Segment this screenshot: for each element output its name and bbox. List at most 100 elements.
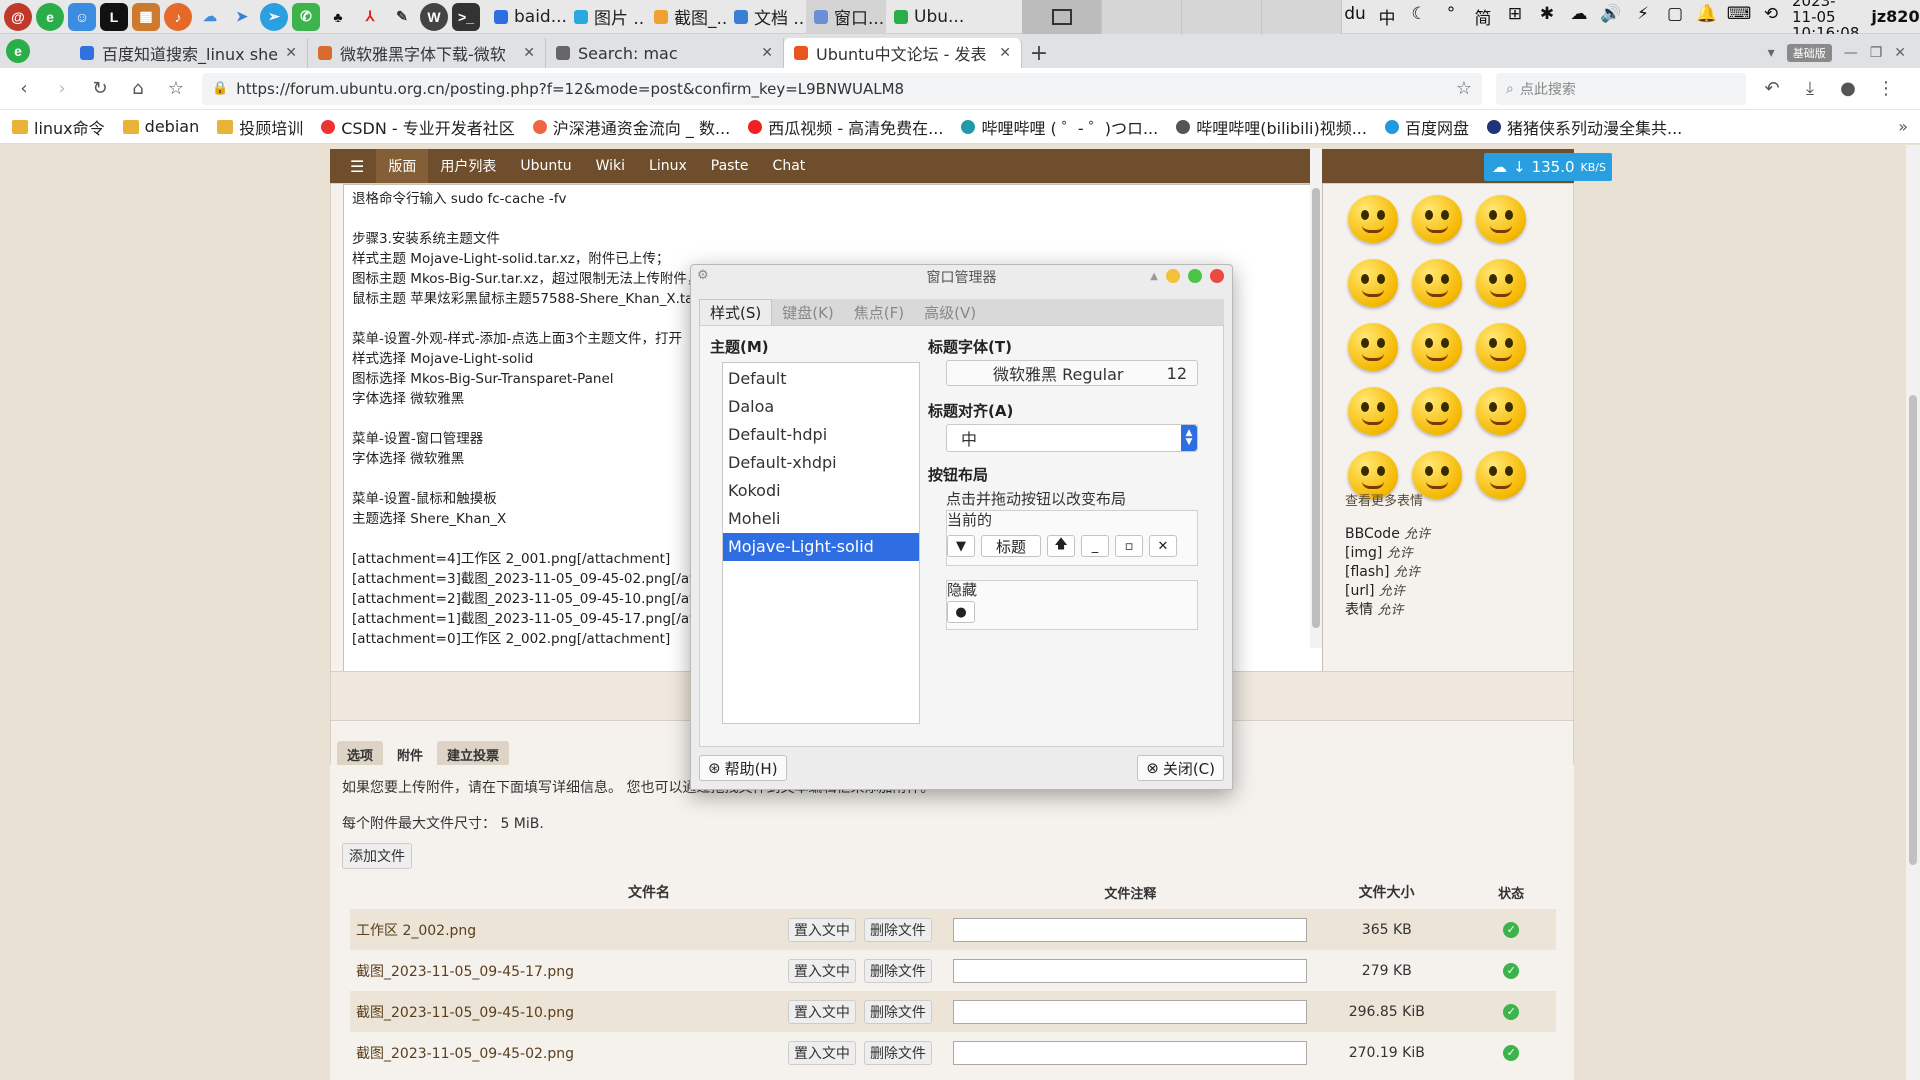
menu-icon[interactable]: ⋮ [1874, 78, 1898, 99]
smiley-icon[interactable] [1412, 387, 1462, 435]
bookmark-item[interactable]: linux命令 [12, 115, 105, 139]
forum-nav-item[interactable]: Linux [637, 149, 699, 183]
bird-icon[interactable]: ➤ [228, 2, 256, 31]
smiley-icon[interactable] [1412, 259, 1462, 307]
bookmark-item[interactable]: 沪深港通资金流向 _ 数... [532, 115, 730, 139]
taskbar-item[interactable]: 窗口... [806, 0, 886, 34]
delete-file-button[interactable]: 删除文件 [863, 1040, 932, 1065]
wordpress-icon[interactable]: W [420, 2, 448, 31]
smiley-icon[interactable] [1348, 259, 1398, 307]
finder-icon[interactable]: ☺ [68, 2, 96, 31]
tray-icon[interactable]: 🔔 [1694, 4, 1720, 29]
forum-nav-item[interactable]: 版面 [376, 149, 429, 183]
bookmark-item[interactable]: 猪猪侠系列动漫全集共... [1486, 115, 1682, 139]
forward-icon[interactable]: › [50, 78, 74, 99]
undo-icon[interactable]: ↶ [1760, 78, 1784, 99]
tray-icon[interactable]: ° [1438, 4, 1464, 29]
taskbar-item[interactable]: 截图_... [646, 0, 726, 34]
bookmark-star-icon[interactable]: ☆ [164, 78, 188, 99]
qq-icon[interactable]: ♣ [324, 2, 352, 31]
restore-icon[interactable]: ❐ [1870, 45, 1883, 61]
tray-icon[interactable]: ⊞ [1502, 4, 1528, 29]
taskbar-item[interactable]: 文档 ... [726, 0, 806, 34]
tray-icon[interactable]: ☾ [1406, 4, 1432, 29]
close-button[interactable]: ⊗ 关闭(C) [1137, 755, 1224, 781]
hamburger-icon[interactable]: ☰ [338, 149, 376, 183]
file-comment-input[interactable] [953, 917, 1308, 942]
help-button[interactable]: ⊛ 帮助(H) [699, 755, 787, 781]
tab-close-icon[interactable]: ✕ [285, 45, 297, 61]
telegram-icon[interactable]: ➢ [260, 2, 288, 31]
taskbar-item[interactable]: baid... [486, 0, 566, 34]
new-tab-button[interactable]: + [1022, 38, 1056, 68]
page-scrollbar[interactable] [1906, 145, 1920, 1080]
theme-list-item[interactable]: Default-hdpi [723, 421, 919, 449]
home-icon[interactable]: ⌂ [126, 78, 150, 99]
file-comment-input[interactable] [953, 999, 1308, 1024]
edition-badge[interactable]: 基础版 [1786, 44, 1832, 62]
more-smilies-link[interactable]: 查看更多表情 [1345, 490, 1423, 509]
bookmarks-overflow-icon[interactable]: » [1898, 117, 1908, 136]
maximize-dot-icon[interactable] [1188, 269, 1202, 283]
title-button-chip[interactable]: 标题 [981, 535, 1041, 557]
insert-inline-button[interactable]: 置入文中 [787, 917, 856, 942]
browser-tab[interactable]: Search: mac ✕ [546, 38, 784, 68]
smiley-icon[interactable] [1476, 323, 1526, 371]
minimize-icon[interactable]: — [1844, 45, 1858, 61]
url-text[interactable]: https://forum.ubuntu.org.cn/posting.php?… [236, 80, 1448, 98]
minimize-dot-icon[interactable] [1166, 269, 1180, 283]
forum-nav-item[interactable]: Chat [761, 149, 818, 183]
terminal-l-icon[interactable]: L [100, 2, 128, 31]
tab-close-icon[interactable]: ✕ [761, 45, 773, 61]
bookmark-item[interactable]: 投顾培训 [217, 115, 303, 139]
workspace-4[interactable] [1262, 0, 1342, 34]
close-window-icon[interactable]: ✕ [1894, 45, 1906, 61]
tray-icon[interactable]: ✱ [1534, 4, 1560, 29]
debian-menu-icon[interactable]: @ [4, 2, 32, 31]
browser-tab[interactable]: 百度知道搜索_linux she ✕ [70, 38, 308, 68]
attachment-tab[interactable]: 建立投票 [437, 741, 510, 768]
tray-icon[interactable]: 简 [1470, 4, 1496, 29]
music-icon[interactable]: ♪ [164, 2, 192, 31]
smiley-icon[interactable] [1412, 323, 1462, 371]
dialog-tab[interactable]: 样式(S) [699, 299, 773, 325]
smiley-icon[interactable] [1476, 387, 1526, 435]
smiley-icon[interactable] [1476, 451, 1526, 499]
shade-icon[interactable]: ▲ [1150, 271, 1158, 282]
download-icon[interactable]: ⤓ [1798, 78, 1822, 99]
bookmark-item[interactable]: debian [122, 115, 199, 139]
tray-icon[interactable]: ▢ [1662, 4, 1688, 29]
dialog-tab[interactable]: 键盘(K) [772, 299, 844, 325]
user-name[interactable]: jz8208 [1871, 7, 1920, 26]
address-bar[interactable]: 🔒 https://forum.ubuntu.org.cn/posting.ph… [202, 72, 1482, 105]
browser-e-icon[interactable]: e [36, 2, 64, 31]
theme-list-item[interactable]: Default [723, 365, 919, 393]
theme-list-item[interactable]: Kokodi [723, 477, 919, 505]
taskbar-item[interactable]: 图片 ... [566, 0, 646, 34]
tray-icon[interactable]: ⚡ [1630, 4, 1656, 29]
tab-list-icon[interactable]: ▾ [1768, 45, 1775, 61]
bookmark-item[interactable]: 百度网盘 [1384, 115, 1469, 139]
smiley-icon[interactable] [1412, 195, 1462, 243]
add-file-button[interactable]: 添加文件 [342, 843, 412, 869]
dialog-tab[interactable]: 焦点(F) [844, 299, 914, 325]
console-icon[interactable]: >_ [452, 2, 480, 31]
smiley-icon[interactable] [1348, 195, 1398, 243]
wechat-icon[interactable]: ✆ [292, 2, 320, 31]
maximize-button-chip[interactable]: ▫ [1115, 535, 1143, 557]
tab-close-icon[interactable]: ✕ [999, 45, 1011, 61]
forum-nav-item[interactable]: Wiki [584, 149, 637, 183]
insert-inline-button[interactable]: 置入文中 [787, 999, 856, 1024]
insert-inline-button[interactable]: 置入文中 [787, 1040, 856, 1065]
search-box[interactable]: ⌕ 点此搜索 [1496, 72, 1746, 105]
forum-nav-item[interactable]: Paste [699, 149, 761, 183]
tab-close-icon[interactable]: ✕ [523, 45, 535, 61]
bookmark-item[interactable]: CSDN - 专业开发者社区 [321, 115, 515, 139]
delete-file-button[interactable]: 删除文件 [863, 917, 932, 942]
shade-button-chip[interactable]: 🡅 [1047, 535, 1075, 557]
theme-list[interactable]: Default Daloa Default-hdpi Default-xhdpi Kok… [722, 362, 920, 724]
title-font-button[interactable]: 微软雅黑 Regular 12 [946, 360, 1198, 386]
image-viewer-icon[interactable]: ▦ [132, 2, 160, 31]
theme-list-item[interactable]: Moheli [723, 505, 919, 533]
close-button-chip[interactable]: ✕ [1149, 535, 1177, 557]
